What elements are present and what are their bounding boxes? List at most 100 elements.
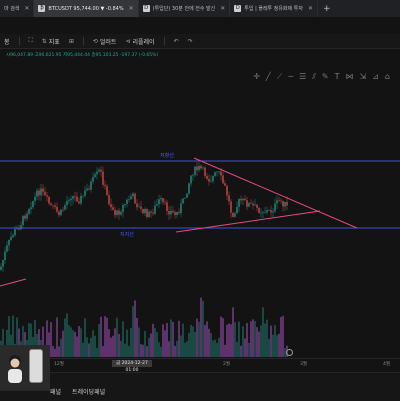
volume-bar: [210, 333, 212, 357]
candle-body: [156, 204, 158, 206]
chart-type-button[interactable]: ⛶: [29, 37, 33, 45]
candle-body: [32, 200, 34, 208]
candle-body: [216, 171, 218, 173]
left-trend-line[interactable]: [0, 278, 27, 287]
candle-body: [212, 176, 214, 182]
browser-tab-btcusdt[interactable]: ₿ BTCUSDT 95,744.00 ▼ -0.84% ✕: [34, 0, 139, 17]
volume-bar: [58, 346, 60, 357]
close-icon[interactable]: ✕: [24, 5, 29, 12]
volume-bar: [114, 328, 116, 357]
triangle-lower-line[interactable]: [175, 210, 321, 233]
candle-body: [118, 210, 120, 215]
alarm-icon: ⟲: [92, 37, 98, 45]
volume-bar: [214, 339, 216, 357]
new-tab-button[interactable]: +: [318, 4, 336, 14]
candle-body: [78, 201, 80, 204]
candle-body: [174, 212, 176, 216]
candle-body: [190, 175, 192, 184]
candle-body: [204, 167, 206, 177]
volume-bar: [98, 324, 100, 357]
volume-bar: [82, 342, 84, 357]
candle-body: [186, 193, 188, 198]
volume-bar: [282, 315, 284, 357]
redo-button[interactable]: ↷: [188, 38, 193, 45]
grid-icon: ⊞: [68, 37, 74, 45]
volume-bar: [70, 327, 72, 357]
volume-bar: [248, 342, 250, 357]
volume-bar: [52, 346, 54, 357]
volume-bar: [264, 323, 266, 357]
candle-body: [208, 178, 210, 182]
browser-tab-search[interactable]: 마 검색 ✕: [0, 0, 35, 17]
candle-body: [34, 196, 36, 201]
candle-body: [88, 188, 90, 190]
tab-label: 투입 | 플레투 정유화제 투자: [244, 6, 303, 12]
volume-bar: [126, 329, 128, 357]
volume-bar: [200, 297, 202, 357]
volume-bar: [54, 348, 56, 357]
goto-date-icon[interactable]: [286, 349, 293, 356]
divider: [82, 36, 84, 46]
candle-body: [236, 206, 238, 214]
candle-body: [282, 200, 284, 207]
tab-label: (투입단) 30분 안에 전수 발신: [152, 6, 216, 12]
candles-icon: ⛶: [28, 37, 33, 44]
tab-label: 마 검색: [4, 6, 20, 12]
volume-bar: [182, 323, 184, 357]
candle-body: [180, 203, 182, 214]
candle-body: [162, 198, 164, 203]
candle-body: [82, 195, 84, 197]
volume-bar: [148, 337, 150, 357]
x-tick: 3월: [300, 362, 308, 367]
candle-body: [250, 202, 252, 204]
close-icon[interactable]: ✕: [308, 5, 313, 12]
browser-tab-news[interactable]: D (투입단) 30분 안에 전수 발신 ✕: [139, 0, 231, 17]
panel-tab[interactable]: 패널: [50, 387, 61, 396]
volume-bar: [176, 340, 178, 357]
volume-bar: [66, 313, 68, 357]
divider: [163, 36, 165, 46]
volume-bar: [134, 300, 136, 357]
candle-body: [248, 202, 250, 207]
candle-body: [10, 237, 12, 240]
undo-icon: ↶: [173, 37, 179, 45]
candle-body: [284, 201, 286, 207]
interval-button[interactable]: 봉: [4, 37, 10, 46]
undo-button[interactable]: ↶: [174, 38, 179, 45]
volume-bar: [280, 316, 282, 357]
indicators-icon: ⇅: [41, 37, 47, 45]
candle-body: [84, 190, 86, 196]
replay-button[interactable]: ⊲ 리플레이: [125, 37, 154, 46]
volume-bar: [152, 323, 154, 357]
candle-body: [108, 195, 110, 205]
volume-bar: [164, 330, 166, 357]
volume-bar: [96, 348, 98, 357]
volume-bar: [124, 343, 126, 357]
close-icon[interactable]: ✕: [220, 5, 225, 12]
trading-panel-tab[interactable]: 트레이딩패널: [72, 387, 105, 396]
candle-body: [112, 207, 114, 210]
volume-bar: [278, 333, 280, 357]
redo-icon: ↷: [187, 37, 193, 45]
price-chart[interactable]: [0, 50, 400, 360]
indicators-button[interactable]: ⇅ 지표: [42, 37, 60, 46]
candle-body: [244, 198, 246, 201]
candle-body: [228, 195, 230, 202]
close-icon[interactable]: ✕: [129, 5, 134, 12]
browser-tab-article[interactable]: D 투입 | 플레투 정유화제 투자 ✕: [230, 0, 318, 17]
candle-body: [224, 183, 226, 186]
volume-bar: [226, 324, 228, 357]
candle-body: [64, 205, 66, 210]
layout-button[interactable]: ⊞: [69, 38, 74, 45]
candle-body: [68, 200, 70, 201]
volume-bar: [78, 325, 80, 357]
alert-button[interactable]: ⟲ 얼러트: [93, 37, 117, 46]
volume-bar: [62, 330, 64, 357]
candle-body: [254, 204, 256, 206]
time-axis[interactable]: 12월 2월 3월 4월: [0, 358, 400, 373]
volume-bar: [80, 328, 82, 357]
volume-bar: [258, 331, 260, 357]
volume-bar: [130, 327, 132, 357]
bitcoin-icon: ₿: [38, 5, 46, 12]
volume-bar: [228, 323, 230, 357]
